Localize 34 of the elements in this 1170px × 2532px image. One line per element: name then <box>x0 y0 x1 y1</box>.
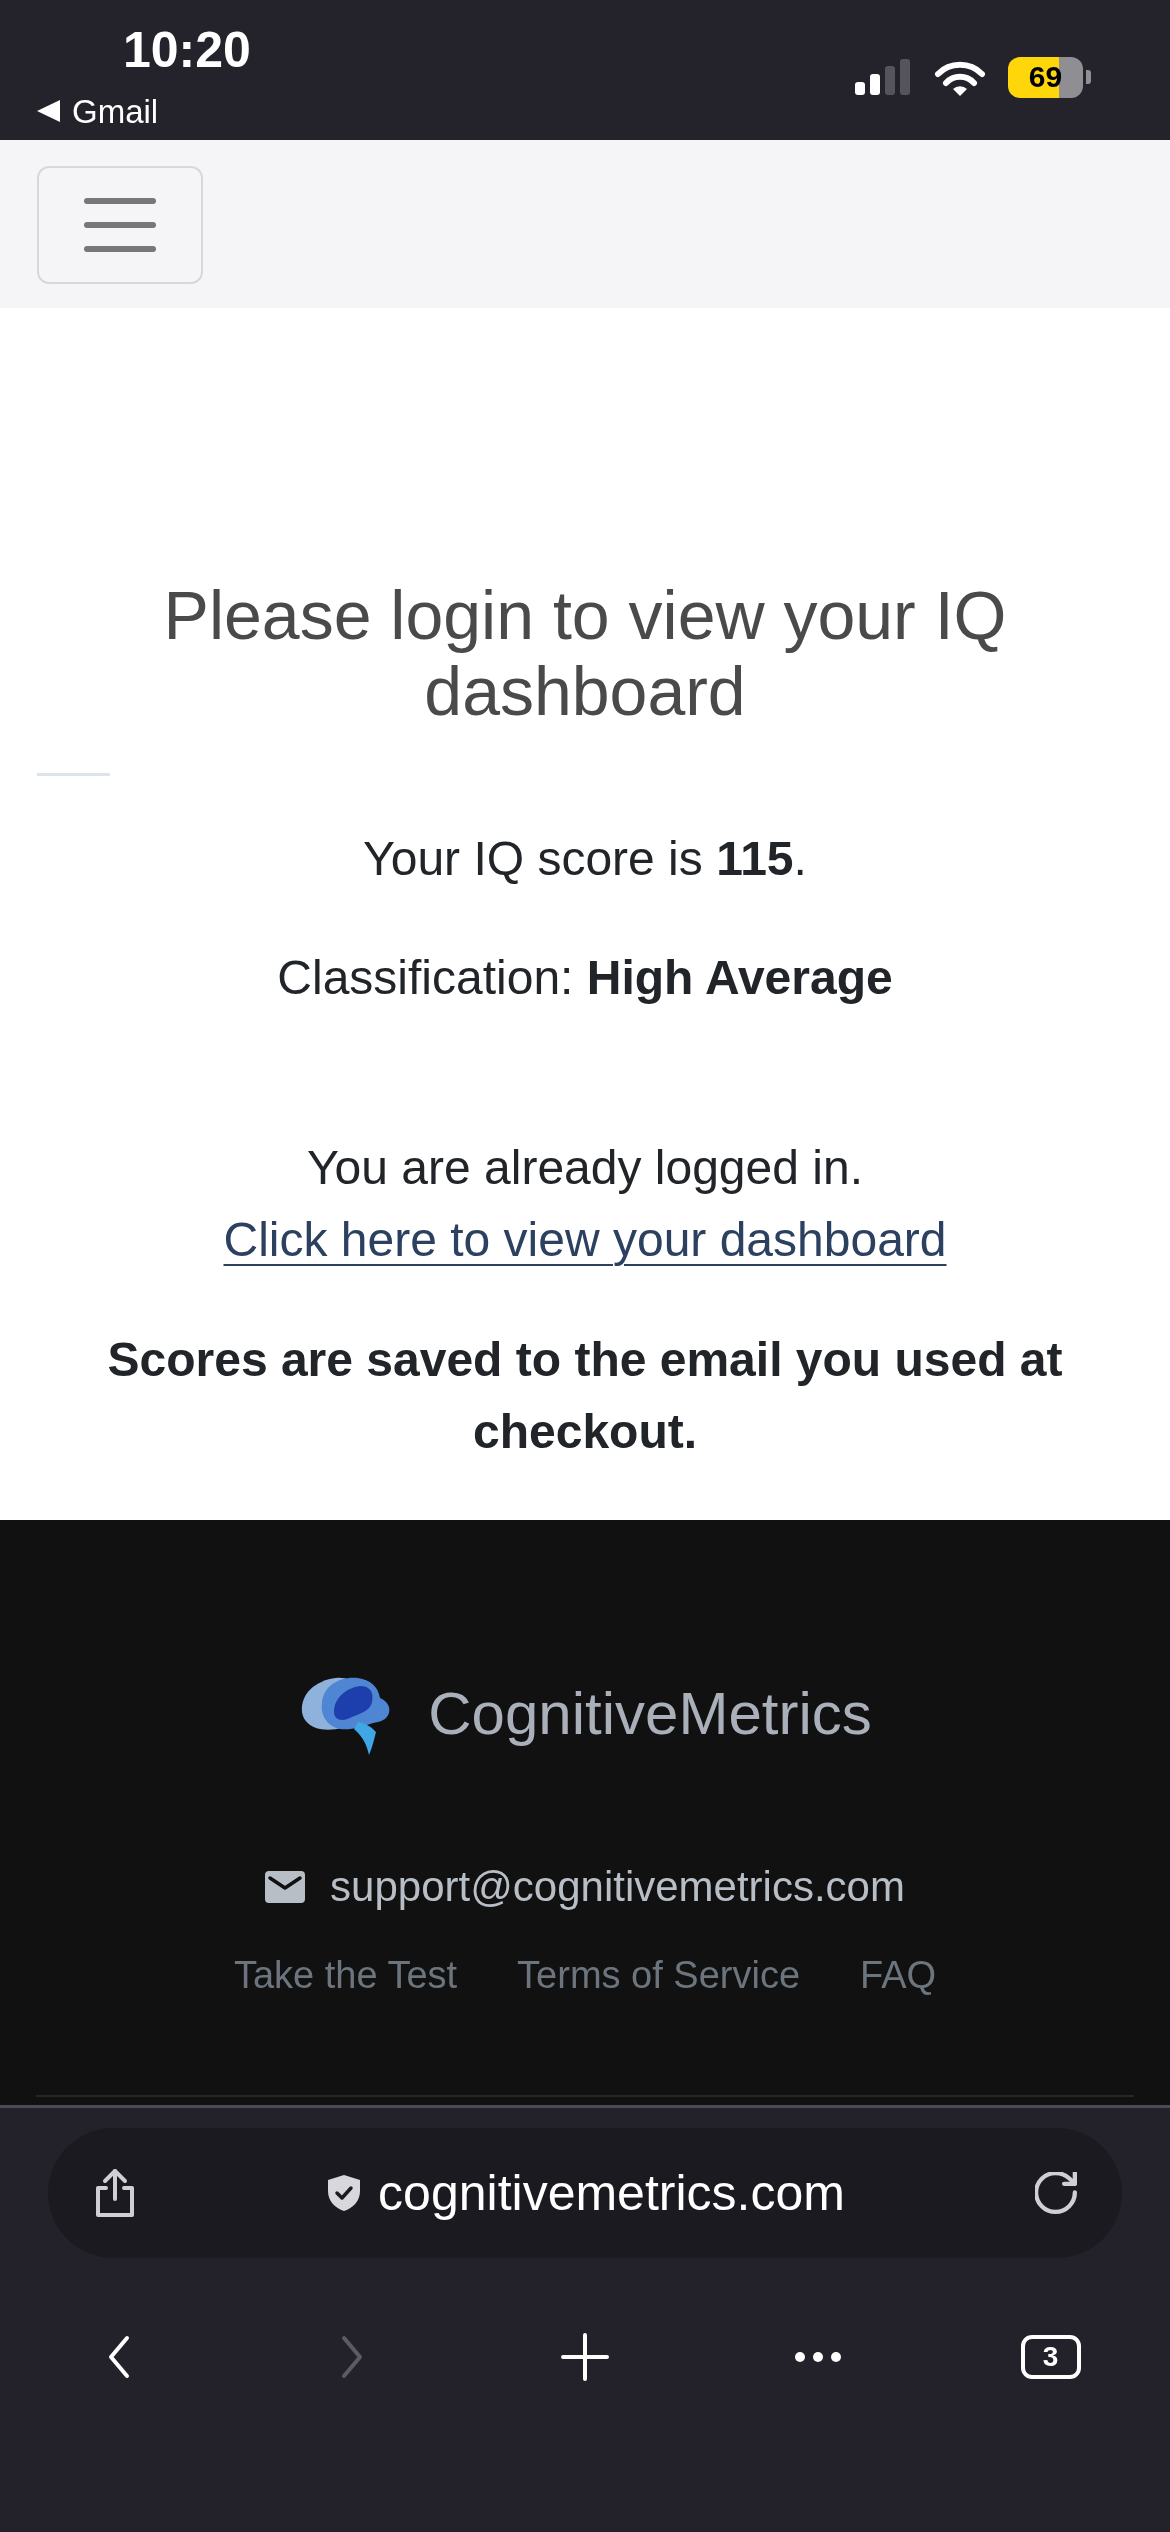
footer-link[interactable]: Terms of Service <box>517 1956 801 1994</box>
share-icon <box>93 2168 137 2218</box>
login-notice: You are already logged in. Click here to view your dashboard <box>222 1140 948 1268</box>
shield-check-icon <box>327 2174 362 2212</box>
chevron-right-icon <box>341 2335 364 2379</box>
brand-name: CognitiveMetrics <box>428 1684 872 1744</box>
plus-icon <box>561 2333 609 2381</box>
battery-indicator: 69 <box>1008 56 1091 98</box>
tabs-button[interactable]: 3 <box>1020 2335 1081 2379</box>
ellipsis-icon <box>793 2351 842 2363</box>
new-tab-button[interactable] <box>561 2333 609 2381</box>
share-button[interactable] <box>93 2168 137 2218</box>
menu-icon <box>84 198 156 252</box>
classification-text: Classification: High Average <box>277 950 893 1006</box>
signal-icon <box>855 59 912 95</box>
left-triangle-icon <box>37 100 60 122</box>
menu-button[interactable] <box>37 166 203 284</box>
status-time: 10:20 <box>123 22 251 78</box>
checkout-note: Scores are saved to the email you used at checkout. <box>106 1332 1064 1460</box>
address-bar[interactable]: cognitivemetrics.com <box>48 2128 1122 2258</box>
url-text: cognitivemetrics.com <box>378 2168 845 2218</box>
more-button[interactable] <box>793 2351 842 2363</box>
back-button[interactable] <box>108 2335 131 2379</box>
mail-icon <box>265 1871 306 1903</box>
footer-link[interactable]: Take the Test <box>233 1956 458 1994</box>
score-text: Your IQ score is 115. <box>363 831 807 887</box>
footer-link[interactable]: FAQ <box>860 1956 937 1994</box>
dashboard-link[interactable]: Click here to view your dashboard <box>223 1213 947 1266</box>
chevron-left-icon <box>108 2335 131 2379</box>
reload-icon <box>1035 2172 1077 2214</box>
back-to-app-button[interactable]: Gmail <box>37 93 159 129</box>
page-heading: Please login to view your IQ dashboard <box>162 577 1008 729</box>
email-link[interactable]: support@cognitivemetrics.com <box>330 1866 905 1908</box>
reload-button[interactable] <box>1035 2172 1077 2214</box>
